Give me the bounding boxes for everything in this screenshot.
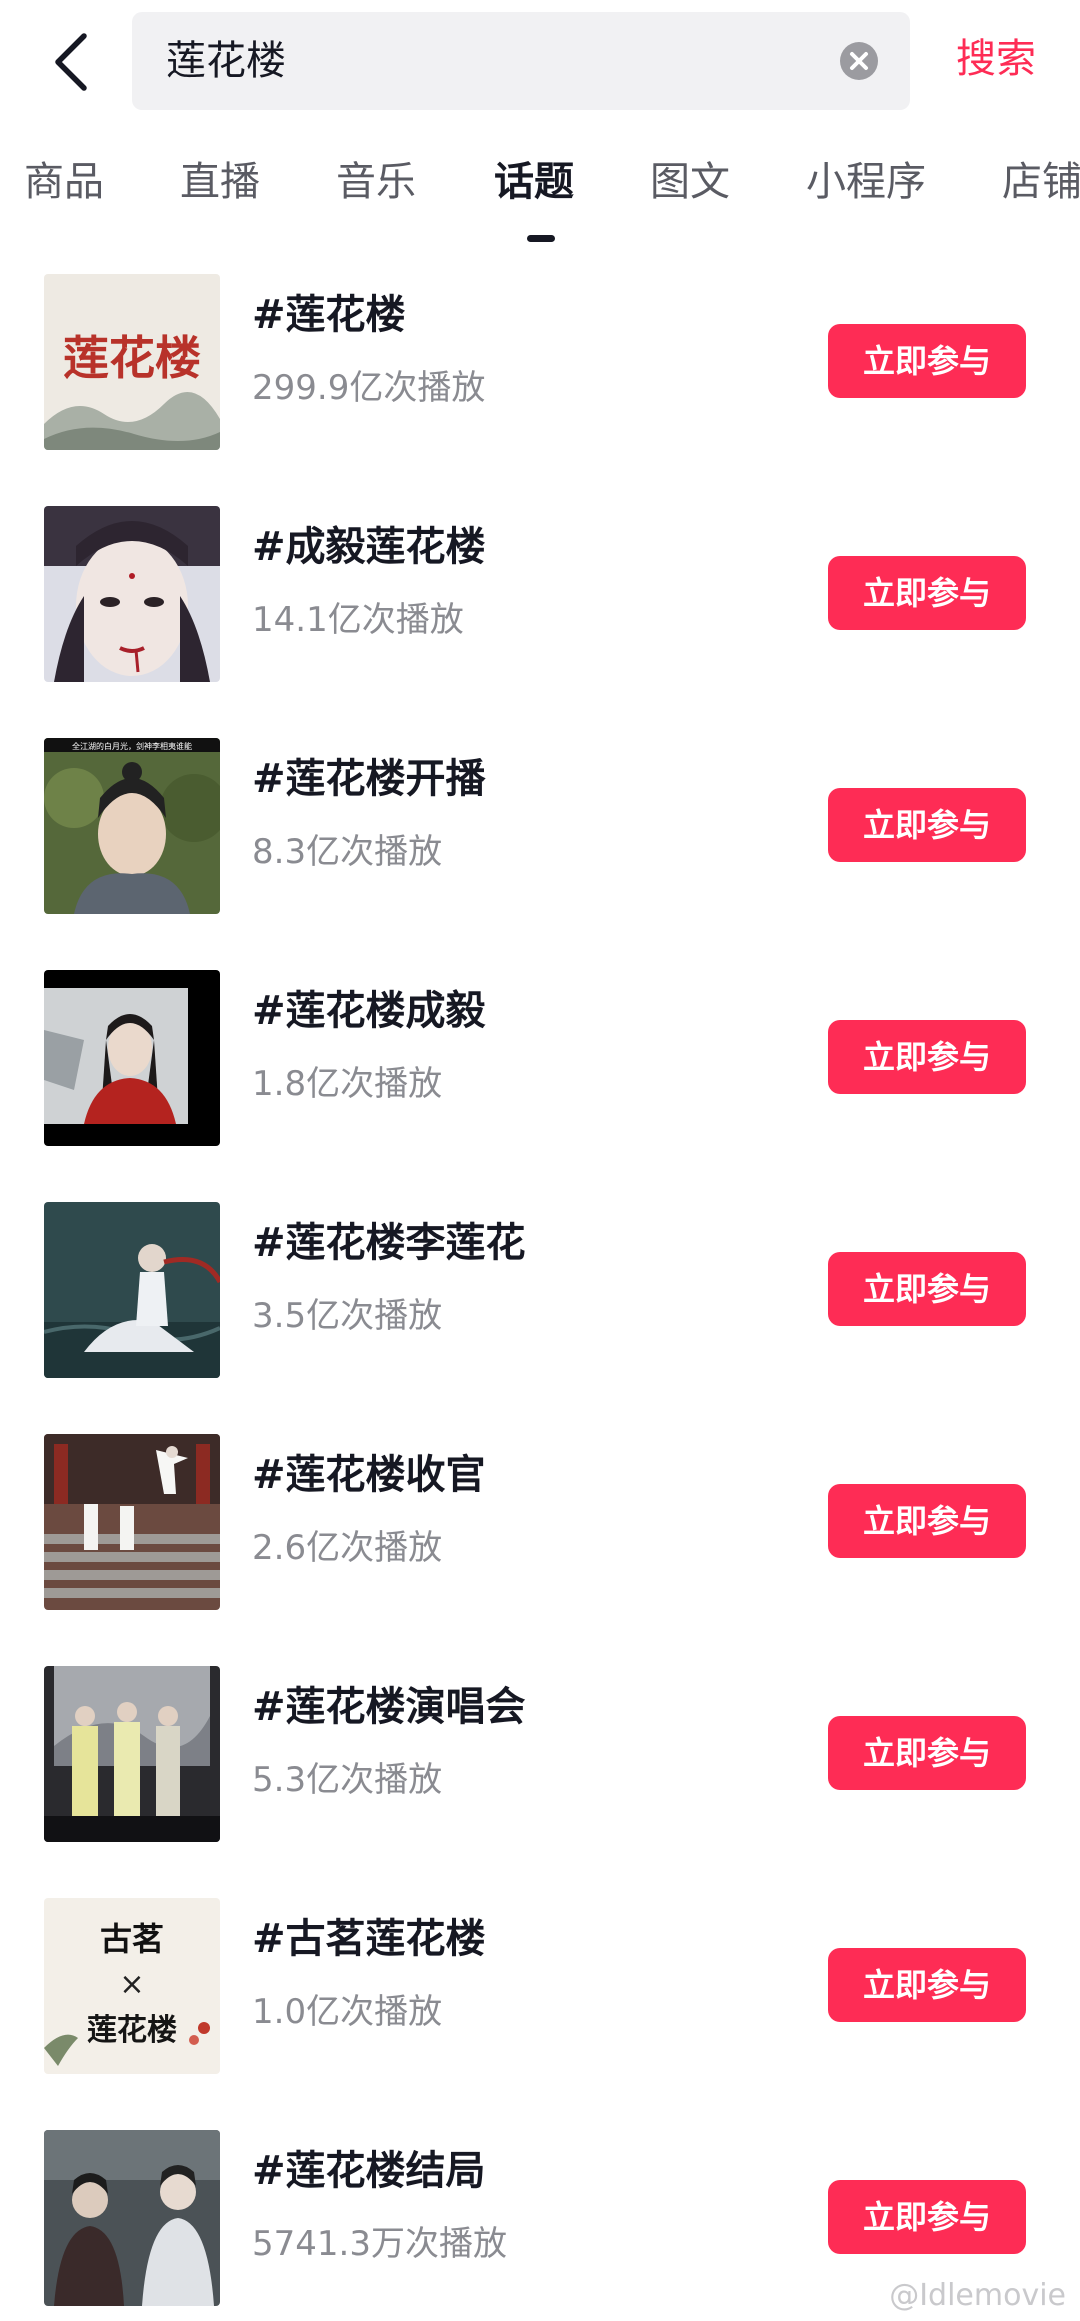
topic-title: #莲花楼开播: [252, 756, 486, 802]
calligraphy-logo: 莲花楼: [87, 2013, 177, 2048]
clear-search-button[interactable]: [840, 42, 878, 80]
topic-views: 5741.3万次播放: [252, 2224, 507, 2264]
topic-views: 2.6亿次播放: [252, 1528, 443, 1568]
tab-stores[interactable]: 店铺: [1002, 154, 1080, 210]
watermark-text: @Idlemovie: [889, 2278, 1066, 2313]
topic-thumbnail: 莲花楼: [44, 274, 220, 450]
topic-views: 299.9亿次播放: [252, 368, 486, 408]
topic-views: 1.0亿次播放: [252, 1992, 443, 2032]
search-query-text: 莲花楼: [166, 38, 286, 84]
chevron-left-icon: [55, 33, 87, 91]
topic-thumbnail: [44, 1202, 220, 1378]
calligraphy-logo: 莲花楼: [63, 331, 201, 385]
tab-live[interactable]: 直播: [180, 154, 260, 210]
topic-title: #莲花楼收官: [252, 1452, 486, 1498]
tab-mini-programs[interactable]: 小程序: [806, 154, 926, 210]
topic-title: #莲花楼成毅: [252, 988, 486, 1034]
topic-title: #莲花楼李莲花: [252, 1220, 526, 1266]
brand-logo: 古茗: [100, 1920, 164, 1958]
active-tab-indicator: [527, 235, 555, 242]
search-input[interactable]: 莲花楼: [132, 12, 910, 110]
topic-title: #莲花楼: [252, 292, 406, 338]
tab-products[interactable]: 商品: [24, 154, 104, 210]
join-button[interactable]: 立即参与: [828, 1948, 1026, 2022]
list-item[interactable]: #莲花楼演唱会 5.3亿次播放 立即参与: [0, 1662, 1080, 1842]
topic-thumbnail: [44, 1434, 220, 1610]
list-item[interactable]: 莲花楼 #莲花楼 299.9亿次播放 立即参与: [0, 270, 1080, 450]
collab-cross: ×: [119, 1967, 144, 2002]
close-icon: [850, 52, 868, 70]
search-header: 莲花楼 搜索: [0, 0, 1080, 130]
topic-title: #莲花楼演唱会: [252, 1684, 526, 1730]
topic-thumbnail: [44, 970, 220, 1146]
list-item[interactable]: #成毅莲花楼 14.1亿次播放 立即参与: [0, 502, 1080, 682]
list-item[interactable]: #莲花楼成毅 1.8亿次播放 立即参与: [0, 966, 1080, 1146]
topic-thumbnail: 全江湖的白月光，剑神李相夷谁能: [44, 738, 220, 914]
list-item[interactable]: #莲花楼收官 2.6亿次播放 立即参与: [0, 1430, 1080, 1610]
join-button[interactable]: 立即参与: [828, 556, 1026, 630]
topic-thumbnail: [44, 2130, 220, 2306]
back-button[interactable]: [40, 22, 110, 102]
topic-thumbnail: 古茗 × 莲花楼: [44, 1898, 220, 2074]
search-button[interactable]: 搜索: [956, 34, 1036, 84]
join-button[interactable]: 立即参与: [828, 1252, 1026, 1326]
list-item[interactable]: #莲花楼李莲花 3.5亿次播放 立即参与: [0, 1198, 1080, 1378]
topic-title: #成毅莲花楼: [252, 524, 486, 570]
join-button[interactable]: 立即参与: [828, 1716, 1026, 1790]
topic-title: #古茗莲花楼: [252, 1916, 486, 1962]
topic-views: 5.3亿次播放: [252, 1760, 443, 1800]
topic-title: #莲花楼结局: [252, 2148, 486, 2194]
list-item[interactable]: 古茗 × 莲花楼 #古茗莲花楼 1.0亿次播放 立即参与: [0, 1894, 1080, 2074]
join-button[interactable]: 立即参与: [828, 2180, 1026, 2254]
topic-views: 8.3亿次播放: [252, 832, 443, 872]
tab-music[interactable]: 音乐: [336, 154, 416, 210]
topic-views: 1.8亿次播放: [252, 1064, 443, 1104]
tab-topics[interactable]: 话题: [494, 154, 574, 210]
list-item[interactable]: 全江湖的白月光，剑神李相夷谁能 #莲花楼开播 8.3亿次播放 立即参与: [0, 734, 1080, 914]
join-button[interactable]: 立即参与: [828, 324, 1026, 398]
topic-views: 14.1亿次播放: [252, 600, 464, 640]
topic-thumbnail: [44, 1666, 220, 1842]
thumbnail-caption: 全江湖的白月光，剑神李相夷谁能: [72, 741, 192, 751]
topic-views: 3.5亿次播放: [252, 1296, 443, 1336]
join-button[interactable]: 立即参与: [828, 788, 1026, 862]
topic-search-screen: 莲花楼 搜索 商品 直播 音乐 话题 图文 小程序 店铺 莲花楼 #莲花楼 29…: [0, 0, 1080, 2321]
topic-thumbnail: [44, 506, 220, 682]
join-button[interactable]: 立即参与: [828, 1020, 1026, 1094]
join-button[interactable]: 立即参与: [828, 1484, 1026, 1558]
tab-image-text[interactable]: 图文: [650, 154, 730, 210]
filter-tabs: 商品 直播 音乐 话题 图文 小程序 店铺: [0, 150, 1080, 250]
